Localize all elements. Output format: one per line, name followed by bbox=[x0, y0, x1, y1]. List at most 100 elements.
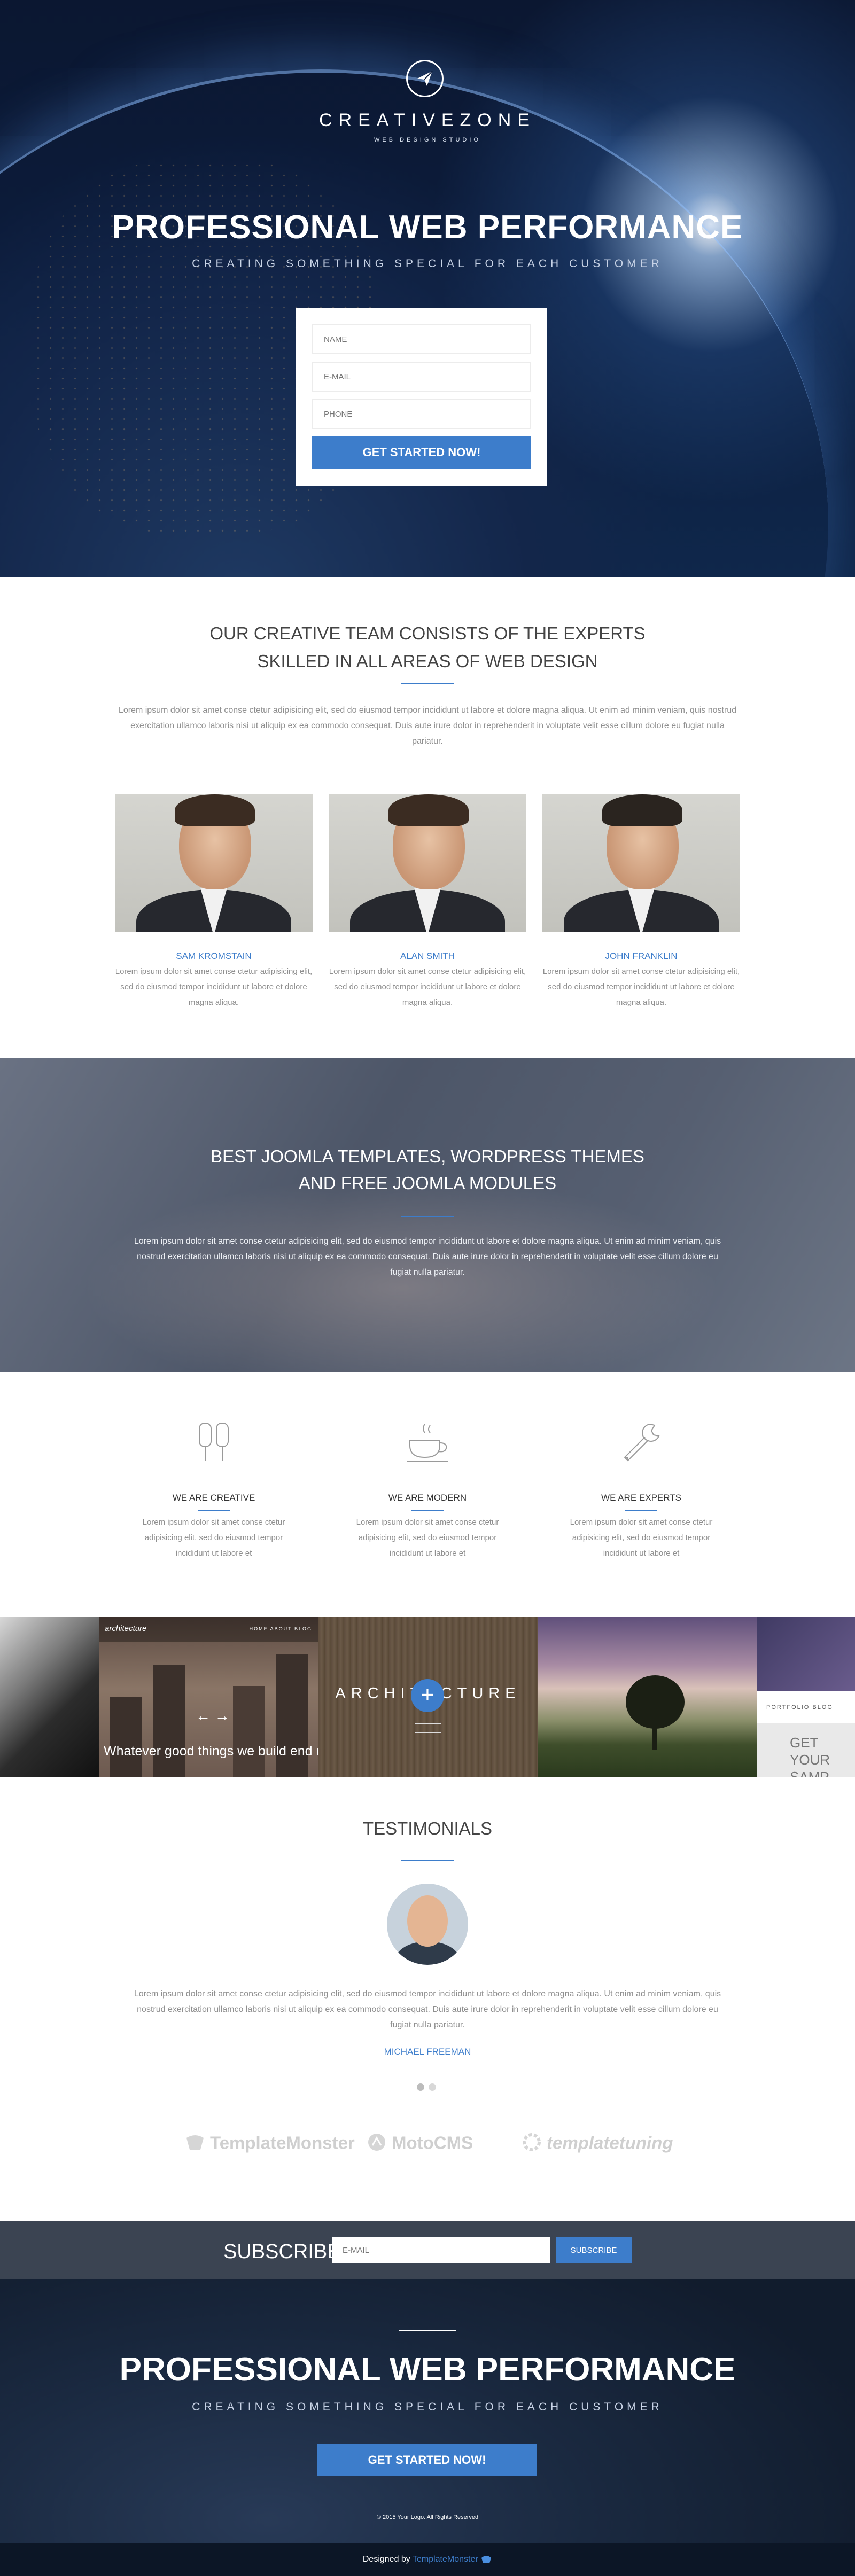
team-heading: OUR CREATIVE TEAM CONSISTS OF THE EXPERT… bbox=[0, 620, 855, 675]
team-heading-line2: SKILLED IN ALL AREAS OF WEB DESIGN bbox=[257, 651, 598, 671]
promo-text: Lorem ipsum dolor sit amet conse ctetur … bbox=[134, 1237, 721, 1277]
feature-description: Lorem ipsum dolor sit amet conse ctetur … bbox=[356, 1518, 499, 1558]
popsicle-icon bbox=[190, 1419, 238, 1467]
carousel-dot[interactable] bbox=[429, 2083, 436, 2091]
gallery-mini-button bbox=[415, 1723, 441, 1733]
feature-description: Lorem ipsum dolor sit amet conse ctetur … bbox=[570, 1518, 713, 1558]
accent-divider bbox=[401, 1216, 454, 1217]
promo-section: BEST JOOMLA TEMPLATES, WORDPRESS THEMES … bbox=[0, 1058, 855, 1372]
accent-divider bbox=[401, 683, 454, 684]
accent-divider bbox=[411, 1510, 444, 1511]
feature-item: WE ARE CREATIVE Lorem ipsum dolor sit am… bbox=[134, 1419, 294, 1561]
slider-arrows-icon: ← → bbox=[196, 1707, 230, 1724]
feature-description: Lorem ipsum dolor sit amet conse ctetur … bbox=[142, 1518, 285, 1558]
tree-trunk bbox=[652, 1723, 657, 1750]
accent-divider bbox=[198, 1510, 230, 1511]
portfolio-gallery: architecture HOME ABOUT BLOG ← → Whateve… bbox=[0, 1617, 855, 1777]
gallery-item-portrait[interactable] bbox=[0, 1617, 99, 1777]
monster-icon bbox=[481, 2556, 492, 2563]
member-photo[interactable] bbox=[329, 794, 526, 932]
gallery-item-architecture-title[interactable]: ARCHITECTURE + bbox=[318, 1617, 538, 1777]
site-nav: HOME ABOUT BLOG bbox=[249, 1626, 312, 1632]
promo-heading-line1: BEST JOOMLA TEMPLATES, WORDPRESS THEMES bbox=[211, 1146, 644, 1166]
templatetuning-icon bbox=[521, 2132, 542, 2157]
partner-logo-motocms[interactable]: MotoCMS bbox=[366, 2132, 473, 2164]
subscribe-bar: SUBSCRIBE SUBSCRIBE bbox=[0, 2221, 855, 2279]
zoom-plus-icon[interactable]: + bbox=[411, 1679, 444, 1712]
partner-name: MotoCMS bbox=[392, 2133, 473, 2153]
signup-form: GET STARTED NOW! bbox=[296, 308, 547, 486]
hero-tagline: CREATING SOMETHING SPECIAL FOR EACH CUST… bbox=[192, 257, 663, 270]
credit-prefix: Designed by bbox=[362, 2555, 413, 2564]
credit-text: Designed by TemplateMonster bbox=[0, 2555, 855, 2564]
avatar bbox=[387, 1884, 468, 1965]
member-description: Lorem ipsum dolor sit amet conse ctetur … bbox=[115, 967, 313, 1007]
testimonial-quote: Lorem ipsum dolor sit amet conse ctetur … bbox=[134, 1989, 721, 2029]
subscribe-button[interactable]: SUBSCRIBE bbox=[556, 2237, 632, 2263]
testimonial-author: MICHAEL FREEMAN bbox=[384, 2047, 471, 2057]
site-nav: PORTFOLIO BLOG bbox=[757, 1691, 855, 1723]
gallery-item-tree[interactable] bbox=[538, 1617, 757, 1777]
tree-shape bbox=[626, 1675, 685, 1729]
motocms-icon bbox=[366, 2132, 387, 2157]
gallery-item-portfolio-site[interactable]: PORTFOLIO BLOG GET YOUR SAMP bbox=[757, 1617, 855, 1777]
team-member-card: JOHN FRANKLIN Lorem ipsum dolor sit amet… bbox=[542, 794, 740, 1010]
partner-logo-templatemonster[interactable]: TemplateMonster bbox=[184, 2132, 355, 2164]
carousel-dot[interactable] bbox=[417, 2083, 424, 2091]
member-photo[interactable] bbox=[542, 794, 740, 932]
hero-section: CREATIVEZONE WEB DESIGN STUDIO PROFESSIO… bbox=[0, 0, 855, 577]
templatemonster-icon bbox=[184, 2132, 206, 2157]
member-description: Lorem ipsum dolor sit amet conse ctetur … bbox=[329, 967, 526, 1007]
partner-name: TemplateMonster bbox=[210, 2133, 355, 2153]
feature-title: WE ARE MODERN bbox=[388, 1493, 467, 1503]
team-intro: Lorem ipsum dolor sit amet conse ctetur … bbox=[118, 706, 737, 746]
member-photo[interactable] bbox=[115, 794, 313, 932]
templatemonster-link[interactable]: TemplateMonster bbox=[413, 2555, 478, 2564]
wrench-icon bbox=[617, 1419, 665, 1467]
subscribe-email-field[interactable] bbox=[332, 2237, 550, 2263]
member-description: Lorem ipsum dolor sit amet conse ctetur … bbox=[542, 967, 740, 1007]
credit-bar: Designed by TemplateMonster bbox=[0, 2543, 855, 2576]
accent-divider bbox=[625, 1510, 657, 1511]
carousel-pagination bbox=[417, 2083, 440, 2094]
testimonials-heading: TESTIMONIALS bbox=[362, 1818, 493, 1838]
footer-cta-section: PROFESSIONAL WEB PERFORMANCE CREATING SO… bbox=[0, 2279, 855, 2543]
brand-name[interactable]: CREATIVEZONE bbox=[0, 110, 855, 131]
partner-logo-templatetuning[interactable]: templatetuning bbox=[521, 2132, 673, 2164]
member-name[interactable]: JOHN FRANKLIN bbox=[542, 951, 740, 962]
copyright-text: © 2015 Your Logo. All Rights Reserved bbox=[376, 2514, 479, 2520]
accent-divider bbox=[401, 1860, 454, 1861]
feature-title: WE ARE EXPERTS bbox=[601, 1493, 681, 1503]
site-brand: architecture bbox=[105, 1624, 147, 1633]
footer-get-started-button[interactable]: GET STARTED NOW! bbox=[317, 2444, 537, 2476]
feature-title: WE ARE CREATIVE bbox=[172, 1493, 255, 1503]
footer-title: PROFESSIONAL WEB PERFORMANCE bbox=[119, 2351, 736, 2388]
get-started-button[interactable]: GET STARTED NOW! bbox=[312, 436, 531, 469]
site-banner bbox=[757, 1617, 855, 1691]
member-name[interactable]: ALAN SMITH bbox=[329, 951, 526, 962]
footer-tagline: CREATING SOMETHING SPECIAL FOR EACH CUST… bbox=[192, 2401, 663, 2413]
team-section: OUR CREATIVE TEAM CONSISTS OF THE EXPERT… bbox=[0, 577, 855, 1058]
subscribe-label: SUBSCRIBE bbox=[223, 2241, 341, 2263]
promo-heading: BEST JOOMLA TEMPLATES, WORDPRESS THEMES … bbox=[0, 1143, 855, 1197]
feature-item: WE ARE EXPERTS Lorem ipsum dolor sit ame… bbox=[561, 1419, 721, 1561]
features-section: WE ARE CREATIVE Lorem ipsum dolor sit am… bbox=[0, 1372, 855, 1617]
partner-name: templatetuning bbox=[547, 2133, 673, 2153]
site-cta-text: GET YOUR SAMP bbox=[757, 1723, 855, 1777]
member-name[interactable]: SAM KROMSTAIN bbox=[115, 951, 313, 962]
testimonials-section: TESTIMONIALS Lorem ipsum dolor sit amet … bbox=[0, 1777, 855, 2221]
email-field[interactable] bbox=[312, 362, 531, 392]
brand-subtitle: WEB DESIGN STUDIO bbox=[374, 137, 481, 143]
coffee-cup-icon bbox=[403, 1419, 452, 1467]
team-member-card: SAM KROMSTAIN Lorem ipsum dolor sit amet… bbox=[115, 794, 313, 1010]
feature-item: WE ARE MODERN Lorem ipsum dolor sit amet… bbox=[347, 1419, 508, 1561]
team-member-card: ALAN SMITH Lorem ipsum dolor sit amet co… bbox=[329, 794, 526, 1010]
gallery-item-architecture-site[interactable]: architecture HOME ABOUT BLOG ← → Whateve… bbox=[99, 1617, 318, 1777]
phone-field[interactable] bbox=[312, 399, 531, 429]
accent-divider bbox=[399, 2330, 456, 2331]
hero-title: PROFESSIONAL WEB PERFORMANCE bbox=[112, 209, 743, 246]
site-slogan: Whatever good things we build end u bbox=[104, 1744, 318, 1759]
logo-icon[interactable] bbox=[406, 60, 444, 97]
team-heading-line1: OUR CREATIVE TEAM CONSISTS OF THE EXPERT… bbox=[209, 623, 646, 643]
name-field[interactable] bbox=[312, 324, 531, 354]
